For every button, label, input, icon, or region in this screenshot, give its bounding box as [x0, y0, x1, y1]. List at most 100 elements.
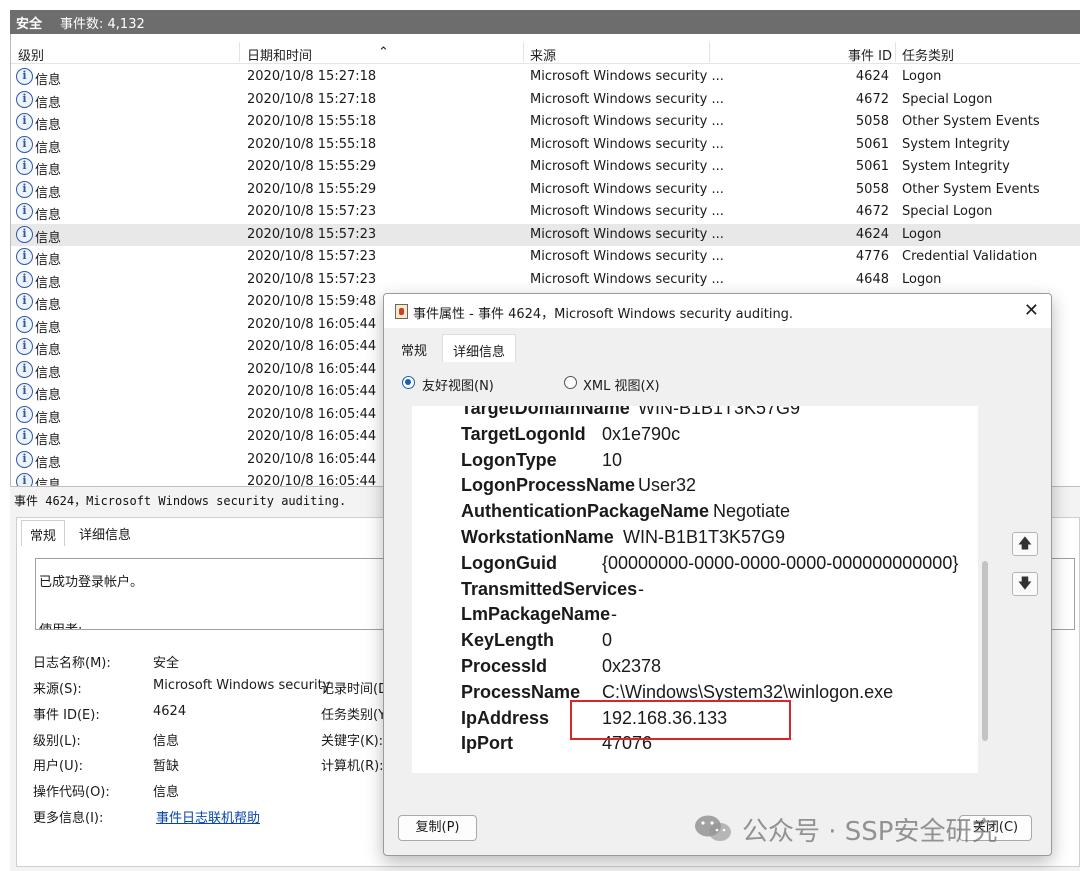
column-header-source[interactable]: 来源 [530, 45, 556, 64]
cell-level: 信息 [35, 230, 62, 246]
column-header-level[interactable]: 级别 [18, 45, 44, 64]
cell-source: Microsoft Windows security ... [530, 91, 724, 107]
field-processname: ProcessName C:\Windows\System32\winlogon.… [461, 682, 893, 703]
cell-level: 信息 [35, 410, 62, 426]
friendly-view-radio[interactable] [402, 376, 415, 389]
xml-view-label[interactable]: XML 视图(X) [583, 375, 660, 394]
cell-task-category: System Integrity [902, 136, 1010, 152]
field-logontype: LogonType 10 [461, 450, 622, 471]
ip-address-highlight [570, 700, 791, 740]
table-row[interactable]: i 信息 2020/10/8 15:55:18 Microsoft Windows s… [11, 111, 1080, 134]
keywords-label: 关键字(K): [321, 734, 384, 749]
field-value: 0x2378 [602, 656, 662, 676]
cell-source: Microsoft Windows security ... [530, 69, 724, 84]
previous-event-button[interactable]: 🡅 [1012, 532, 1038, 556]
cell-level: 信息 [35, 253, 62, 268]
cell-datetime: 2020/10/8 15:55:18 [247, 114, 377, 129]
opcode-value: 信息 [153, 785, 180, 800]
field-value: WIN-B1B1T3K57G9 [638, 406, 801, 418]
field-value: 10 [602, 449, 623, 470]
cell-datetime: 2020/10/8 16:05:44 [247, 339, 377, 354]
message-line-logon-success: 已成功登录帐户。 [39, 575, 144, 590]
column-header-task-category[interactable]: 任务类别 [902, 45, 954, 64]
cell-level: 信息 [35, 140, 62, 156]
info-icon: i [16, 248, 33, 265]
field-key: ProcessId [461, 656, 548, 676]
user-label: 用户(U): [33, 759, 84, 774]
table-row[interactable]: i 信息 2020/10/8 15:57:23 Microsoft Windows s… [11, 269, 1080, 292]
cell-source: Microsoft Windows security ... [530, 271, 724, 287]
field-targetdomainname: TargetDomainName WIN-B1B1T3K57G9 [461, 406, 800, 419]
cell-task-category: Logon [902, 226, 942, 242]
close-icon[interactable]: ✕ [1024, 300, 1039, 321]
field-key: IpPort [461, 733, 513, 754]
table-row[interactable]: i 信息 2020/10/8 15:57:23 Microsoft Windows s… [11, 223, 1080, 246]
cell-task-category: System Integrity [902, 159, 1010, 174]
view-mode-selector: 友好视图(N) XML 视图(X) [384, 368, 1051, 398]
sort-ascending-icon: ⌃ [378, 45, 389, 60]
copy-button[interactable]: 复制(P) [398, 815, 477, 841]
cell-level: 信息 [35, 208, 62, 223]
tab-general[interactable]: 常规 [401, 340, 427, 359]
info-icon: i [16, 473, 33, 486]
field-value: User32 [638, 475, 697, 496]
cell-task-category: Other System Events [902, 181, 1040, 197]
cell-source: Microsoft Windows security ... [530, 136, 724, 152]
info-icon: i [16, 113, 33, 130]
level-label: 级别(L): [33, 734, 81, 749]
table-row[interactable]: i 信息 2020/10/8 15:57:23 Microsoft Windows s… [11, 201, 1080, 224]
table-row[interactable]: i 信息 2020/10/8 15:55:18 Microsoft Windows s… [11, 134, 1080, 157]
info-icon: i [16, 338, 33, 355]
cell-event-id: 5058 [855, 181, 889, 197]
friendly-view-label[interactable]: 友好视图(N) [422, 375, 494, 394]
cell-datetime: 2020/10/8 15:27:18 [247, 91, 377, 107]
table-row[interactable]: i 信息 2020/10/8 15:55:29 Microsoft Windows s… [11, 179, 1080, 202]
cell-datetime: 2020/10/8 15:59:48 [247, 294, 377, 309]
event-id-value: 4624 [153, 704, 187, 719]
tab-general[interactable]: 常规 [21, 520, 66, 546]
cell-source: Microsoft Windows security ... [530, 181, 724, 197]
scrollbar-thumb[interactable] [982, 561, 988, 741]
dialog-tabs: 常规 详细信息 [384, 328, 1051, 362]
table-row[interactable]: i 信息 2020/10/8 15:27:18 Microsoft Windows s… [11, 89, 1080, 112]
column-header-event-id[interactable]: 事件 ID [848, 45, 892, 64]
field-value: 0x1e790c [602, 423, 681, 444]
event-data-scrollbar[interactable] [980, 406, 990, 773]
cell-datetime: 2020/10/8 16:05:44 [247, 361, 377, 377]
table-row[interactable]: i 信息 2020/10/8 15:57:23 Microsoft Windows s… [11, 246, 1080, 269]
info-icon: i [16, 315, 33, 333]
message-line-subject: 使用者: [39, 619, 82, 629]
cell-event-id: 4672 [855, 91, 889, 107]
cell-task-category: Logon [902, 271, 942, 287]
next-event-button[interactable]: 🡇 [1012, 572, 1038, 596]
field-value: 0 [602, 630, 613, 651]
field-workstationname: WorkstationName WIN-B1B1T3K57G9 [461, 527, 785, 548]
tab-details[interactable]: 详细信息 [79, 524, 131, 543]
cell-datetime: 2020/10/8 15:55:29 [247, 181, 377, 197]
column-header-datetime[interactable]: 日期和时间 [247, 45, 312, 64]
field-key: TargetDomainName [461, 406, 630, 418]
info-icon: i [16, 203, 33, 220]
field-value: - [611, 604, 617, 625]
table-row[interactable]: i 信息 2020/10/8 15:55:29 Microsoft Windows s… [11, 156, 1080, 179]
cell-task-category: Special Logon [902, 91, 993, 107]
opcode-label: 操作代码(O): [33, 785, 110, 800]
table-row[interactable]: i 信息 2020/10/8 15:27:18 Microsoft Windows s… [11, 66, 1080, 89]
cell-level: 信息 [35, 478, 62, 486]
cell-datetime: 2020/10/8 15:27:18 [247, 69, 377, 84]
log-name-value: 安全 [153, 656, 180, 671]
cell-event-id: 4648 [855, 271, 889, 287]
cell-datetime: 2020/10/8 15:55:18 [247, 136, 377, 152]
cell-level: 信息 [35, 185, 62, 201]
field-keylength: KeyLength 0 [461, 630, 612, 651]
cell-datetime: 2020/10/8 15:55:29 [247, 159, 377, 174]
tab-details[interactable]: 详细信息 [442, 334, 517, 362]
cell-level: 信息 [35, 365, 62, 381]
field-ipaddress: IpAddress 192.168.36.133 [461, 708, 727, 729]
cell-datetime: 2020/10/8 15:57:23 [247, 271, 377, 287]
xml-view-radio[interactable] [564, 376, 577, 389]
logged-label: 记录时间(D [321, 682, 389, 697]
online-help-link[interactable]: 事件日志联机帮助 [156, 807, 260, 826]
cell-level: 信息 [35, 388, 62, 403]
info-icon: i [16, 360, 33, 378]
